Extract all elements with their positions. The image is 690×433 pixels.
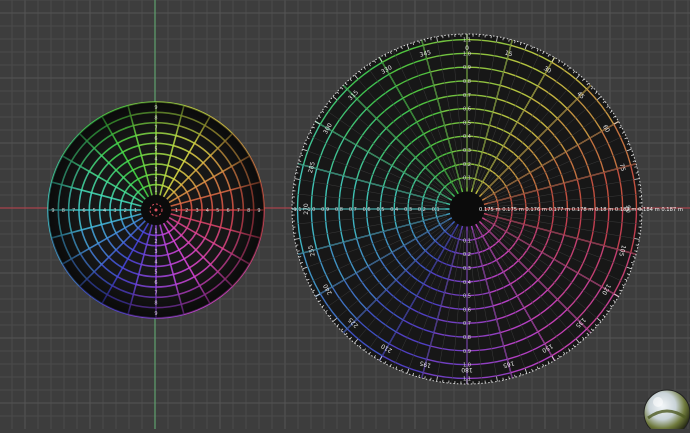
small-ring-label: 6 [154,280,157,286]
ring-label: 1.1 [463,38,471,44]
small-ring-label: 8 [154,301,157,307]
small-ring-label: 6 [226,208,229,214]
small-ring-label: 1 [154,228,157,234]
ring-label: 0.3 [463,266,471,272]
ring-label: 1.0 [307,207,315,213]
viewport-canvas[interactable]: 1 1 1 1 2 2 2 2 3 3 3 3 4 4 4 4 5 5 5 5 6 6 6 6 7 7 7 7 8 8 8 8 9 9 9 9 015… [0,0,690,429]
measure-readout: 0.175 m 0.175 m 0.176 m 0.177 m 0.178 m … [479,207,683,213]
small-ring-label: 7 [154,290,157,296]
small-ring-label: 7 [237,208,240,214]
small-ring-label: 1 [175,208,178,214]
small-color-wheel[interactable]: 1 1 1 1 2 2 2 2 3 3 3 3 4 4 4 4 5 5 5 5 6 6 6 6 7 7 7 7 8 8 8 8 9 9 9 9 [48,102,264,318]
small-ring-label: 2 [124,208,127,214]
ring-label: 0.5 [463,294,471,300]
small-ring-label: 2 [154,177,157,183]
bezel-tick [296,245,298,246]
small-ring-label: 9 [154,105,157,111]
small-ring-label: 3 [195,208,198,214]
ring-label: 1.1 [463,376,471,382]
ring-label: 0.2 [463,252,471,258]
hdri-sphere-icon[interactable] [644,390,690,429]
ring-label: 0.9 [463,349,471,355]
ring-label: 0.5 [463,120,471,126]
origin-dot [155,209,158,212]
small-ring-label: 7 [72,208,75,214]
small-ring-label: 2 [185,208,188,214]
ring-label: 0.4 [463,134,471,140]
ring-label: 0.1 [432,207,440,213]
ring-label: 0.7 [349,207,357,213]
large-color-wheel[interactable]: 0153045607590105120135150165180195210225… [292,34,683,384]
small-ring-label: 3 [113,208,116,214]
ring-label: 0.6 [463,307,471,313]
small-ring-label: 2 [154,239,157,245]
ring-label: 0.7 [463,93,471,99]
small-ring-label: 4 [154,157,157,163]
small-ring-label: 8 [154,115,157,121]
ring-label: 0.4 [463,280,471,286]
small-ring-label: 4 [206,208,209,214]
ring-label: 0.1 [463,176,471,182]
small-ring-label: 9 [257,208,260,214]
small-ring-label: 5 [154,146,157,152]
small-ring-label: 3 [154,249,157,255]
ring-label: 0.1 [463,238,471,244]
small-ring-label: 1 [134,208,137,214]
ring-label: 1.0 [463,51,471,57]
small-ring-label: 4 [103,208,106,214]
bezel-tick [431,378,432,380]
ring-label: 0.8 [463,79,471,85]
ring-label: 0.3 [463,148,471,154]
small-ring-label: 7 [154,126,157,132]
ring-label: 1.1 [294,207,302,213]
ring-label: 0.2 [463,162,471,168]
ring-label: 0.8 [463,335,471,341]
ring-label: 0.9 [463,65,471,71]
small-ring-label: 5 [154,270,157,276]
small-ring-label: 5 [216,208,219,214]
small-ring-label: 6 [154,136,157,142]
ring-label: 0.5 [376,207,384,213]
small-ring-label: 3 [154,167,157,173]
small-ring-label: 9 [51,208,54,214]
ring-label: 0.8 [335,207,343,213]
small-ring-label: 6 [82,208,85,214]
ring-label: 0.6 [363,207,371,213]
small-ring-label: 8 [247,208,250,214]
ring-label: 0.6 [463,107,471,113]
ring-label: 0.9 [321,207,329,213]
small-ring-label: 4 [154,259,157,265]
ring-label: 0.2 [418,207,426,213]
ring-label: 0.7 [463,321,471,327]
small-ring-label: 1 [154,188,157,194]
small-ring-label: 5 [93,208,96,214]
ring-label: 1.0 [463,363,471,369]
bezel-tick [636,173,638,174]
ring-label: 0.3 [404,207,412,213]
small-ring-label: 8 [62,208,65,214]
ring-label: 0.4 [390,207,398,213]
3d-viewport[interactable]: 1 1 1 1 2 2 2 2 3 3 3 3 4 4 4 4 5 5 5 5 6 6 6 6 7 7 7 7 8 8 8 8 9 9 9 9 015… [0,0,690,429]
small-ring-label: 9 [154,311,157,317]
